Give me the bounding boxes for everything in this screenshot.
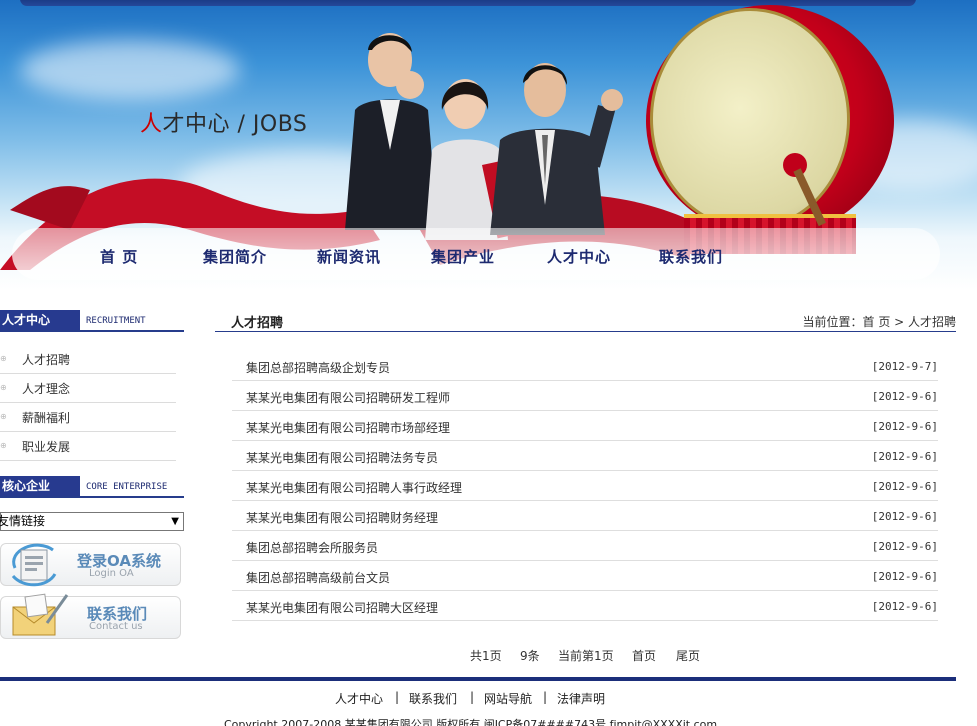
- job-title-link[interactable]: 集团总部招聘会所服务员: [246, 539, 378, 556]
- nav-home[interactable]: 首 页: [100, 246, 138, 267]
- nav-contact[interactable]: 联系我们: [659, 246, 723, 267]
- sidebar-section-core: 核心企业 CORE ENTERPRISE: [0, 476, 184, 498]
- oa-login-button[interactable]: 登录OA系统 Login OA: [0, 543, 181, 587]
- person-illustration: [490, 63, 623, 235]
- envelope-icon: [12, 593, 69, 636]
- job-date: [2012-9-6]: [871, 450, 938, 463]
- job-list-item[interactable]: 集团总部招聘高级企划专员 [2012-9-7]: [232, 351, 938, 381]
- bullet-icon: ⊕: [0, 383, 7, 392]
- sidebar-section-title: 核心企业: [0, 476, 80, 496]
- document-icon: [11, 543, 57, 587]
- cloud: [20, 40, 240, 100]
- nav-about[interactable]: 集团简介: [203, 246, 267, 267]
- job-title-link[interactable]: 集团总部招聘高级前台文员: [246, 569, 390, 586]
- contact-us-subtitle: Contact us: [89, 621, 143, 632]
- job-title-link[interactable]: 集团总部招聘高级企划专员: [246, 359, 390, 376]
- bullet-icon: ⊕: [0, 354, 7, 363]
- footer-link-talent[interactable]: 人才中心: [335, 690, 383, 707]
- pagination-total-pages: 共1页: [470, 649, 502, 663]
- sidebar-section-subtitle: RECRUITMENT: [86, 316, 146, 326]
- sidebar-item-benefits[interactable]: ⊕ 薪酬福利: [0, 403, 176, 432]
- sidebar-item-label: 职业发展: [22, 440, 71, 454]
- page: 人才中心 / JOBS 首 页 集团简介 新闻资讯 集团产业 人才中心 联系我们…: [0, 0, 977, 726]
- sidebar-item-philosophy[interactable]: ⊕ 人才理念: [0, 374, 176, 403]
- sidebar-section-title: 人才中心: [0, 310, 80, 330]
- job-date: [2012-9-6]: [871, 390, 938, 403]
- oa-login-subtitle: Login OA: [89, 568, 134, 579]
- sidebar-item-career[interactable]: ⊕ 职业发展: [0, 432, 176, 461]
- job-title-link[interactable]: 某某光电集团有限公司招聘法务专员: [246, 449, 438, 466]
- job-date: [2012-9-6]: [871, 420, 938, 433]
- job-list-item[interactable]: 某某光电集团有限公司招聘法务专员 [2012-9-6]: [232, 441, 938, 471]
- job-list-item[interactable]: 某某光电集团有限公司招聘人事行政经理 [2012-9-6]: [232, 471, 938, 501]
- drumstick-graphic: [783, 153, 826, 227]
- footer-separator: |: [543, 690, 548, 704]
- contact-us-button[interactable]: 联系我们 Contact us: [0, 593, 181, 639]
- sidebar-item-label: 人才理念: [22, 382, 71, 396]
- job-date: [2012-9-6]: [871, 540, 938, 553]
- friend-links-select[interactable]: 友情链接 ▼: [0, 512, 184, 531]
- sidebar-item-label: 人才招聘: [22, 353, 71, 367]
- content-header: 人才招聘 当前位置：首 页 > 人才招聘: [215, 309, 956, 332]
- job-date: [2012-9-6]: [871, 570, 938, 583]
- pagination-last-link[interactable]: 尾页: [676, 647, 700, 664]
- breadcrumb: 当前位置：首 页 > 人才招聘: [802, 315, 957, 329]
- copyright-text: Copyright 2007-2008 某某集团有限公司 版权所有 闽ICP备0…: [224, 718, 718, 726]
- job-date: [2012-9-6]: [871, 510, 938, 523]
- job-list-item[interactable]: 集团总部招聘会所服务员 [2012-9-6]: [232, 531, 938, 561]
- job-title-link[interactable]: 某某光电集团有限公司招聘人事行政经理: [246, 479, 462, 496]
- pagination-total-items: 9条: [520, 649, 540, 663]
- sidebar-section-recruitment: 人才中心 RECRUITMENT: [0, 310, 184, 332]
- job-date: [2012-9-7]: [871, 360, 938, 373]
- footer-separator: |: [470, 690, 475, 704]
- job-list-item[interactable]: 某某光电集团有限公司招聘财务经理 [2012-9-6]: [232, 501, 938, 531]
- job-date: [2012-9-6]: [871, 600, 938, 613]
- sidebar-item-label: 薪酬福利: [22, 411, 71, 425]
- pagination-current: 当前第1页: [558, 649, 614, 663]
- banner-title: 人才中心 / JOBS: [140, 112, 308, 137]
- footer-link-sitemap[interactable]: 网站导航: [484, 690, 532, 707]
- footer-link-contact[interactable]: 联系我们: [409, 690, 457, 707]
- footer-link-legal[interactable]: 法律声明: [557, 690, 605, 707]
- job-title-link[interactable]: 某某光电集团有限公司招聘大区经理: [246, 599, 438, 616]
- sidebar-section-subtitle: CORE ENTERPRISE: [86, 482, 168, 492]
- bullet-icon: ⊕: [0, 441, 7, 450]
- job-list-item[interactable]: 集团总部招聘高级前台文员 [2012-9-6]: [232, 561, 938, 591]
- select-value: 友情链接: [0, 514, 46, 528]
- nav-talent[interactable]: 人才中心: [547, 246, 611, 267]
- job-title-link[interactable]: 某某光电集团有限公司招聘研发工程师: [246, 389, 450, 406]
- sidebar-item-recruitment[interactable]: ⊕ 人才招聘: [0, 345, 176, 374]
- job-list-item[interactable]: 某某光电集团有限公司招聘市场部经理 [2012-9-6]: [232, 411, 938, 441]
- job-list-item[interactable]: 某某光电集团有限公司招聘研发工程师 [2012-9-6]: [232, 381, 938, 411]
- nav-industry[interactable]: 集团产业: [431, 246, 495, 267]
- chevron-down-icon: ▼: [171, 516, 179, 527]
- job-title-link[interactable]: 某某光电集团有限公司招聘财务经理: [246, 509, 438, 526]
- job-date: [2012-9-6]: [871, 480, 938, 493]
- footer-separator: |: [395, 690, 400, 704]
- page-title: 人才招聘: [231, 316, 284, 331]
- job-list-item[interactable]: 某某光电集团有限公司招聘大区经理 [2012-9-6]: [232, 591, 938, 621]
- bullet-icon: ⊕: [0, 412, 7, 421]
- pagination-first-link[interactable]: 首页: [632, 647, 656, 664]
- footer-divider: [0, 677, 956, 681]
- nav-news[interactable]: 新闻资讯: [317, 246, 381, 267]
- job-title-link[interactable]: 某某光电集团有限公司招聘市场部经理: [246, 419, 450, 436]
